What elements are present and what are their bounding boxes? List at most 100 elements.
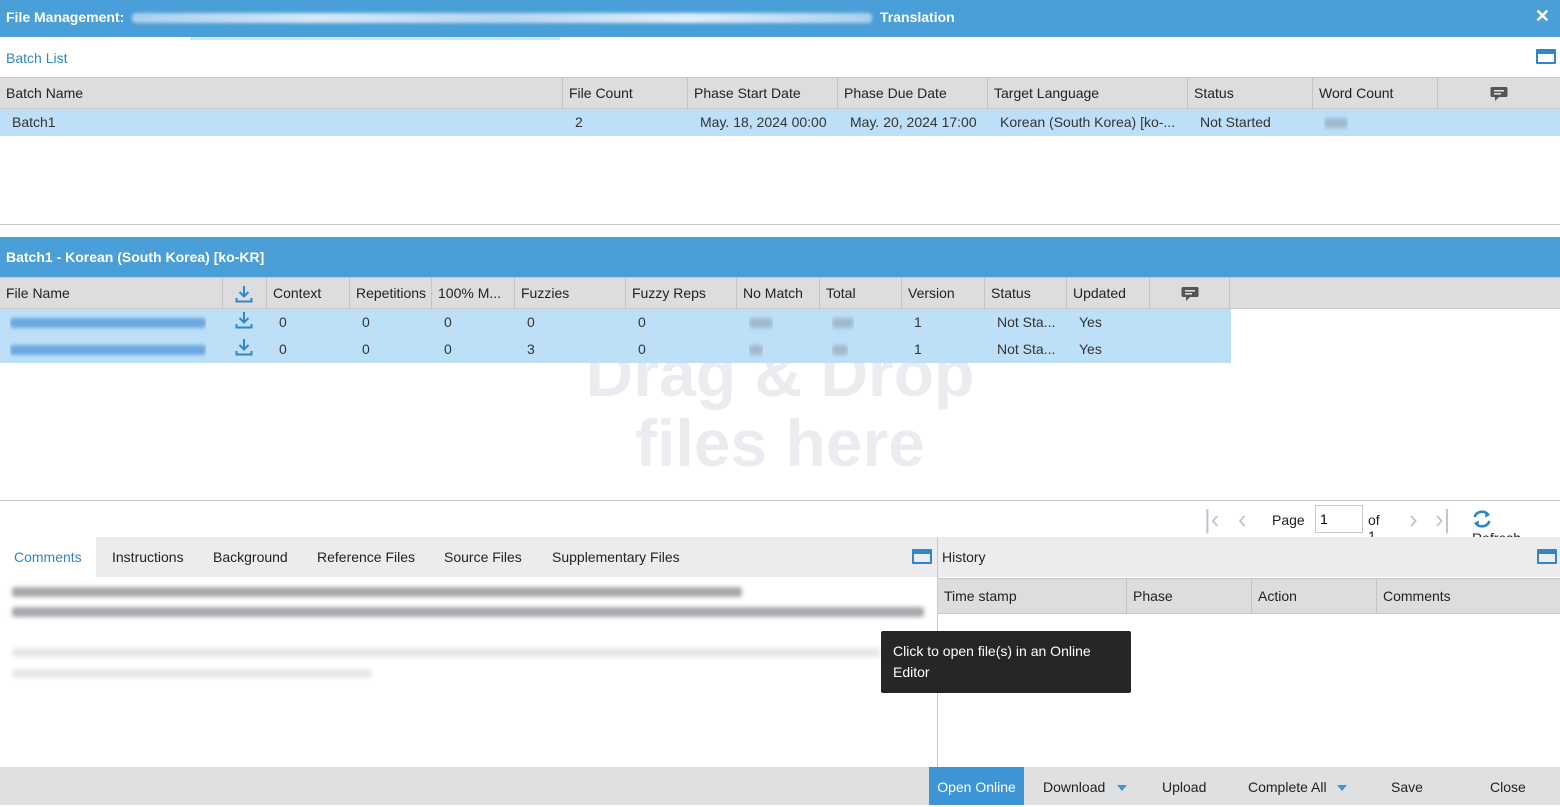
col-file-comments[interactable] bbox=[1149, 278, 1230, 308]
total-redacted bbox=[832, 309, 854, 336]
fuzzy-reps: 0 bbox=[638, 314, 646, 330]
file-status: Not Sta... bbox=[997, 341, 1056, 357]
table-row[interactable]: 0 0 0 0 0 1 Not Sta... Yes bbox=[0, 309, 1231, 336]
col-updated[interactable]: Updated bbox=[1066, 278, 1149, 308]
status: Not Started bbox=[1200, 114, 1271, 130]
batch-detail-title-bar: Batch1 - Korean (South Korea) [ko-KR] bbox=[0, 237, 1560, 277]
tab-instructions[interactable]: Instructions bbox=[112, 537, 184, 577]
updated: Yes bbox=[1079, 314, 1102, 330]
col-fuzzies[interactable]: Fuzzies bbox=[514, 278, 625, 308]
col-phase[interactable]: Phase bbox=[1126, 579, 1251, 613]
col-time-stamp[interactable]: Time stamp bbox=[938, 579, 1126, 613]
col-file-status[interactable]: Status bbox=[984, 278, 1066, 308]
comment-icon bbox=[1490, 87, 1508, 102]
complete-all-button[interactable]: Complete All bbox=[1248, 767, 1347, 805]
comment-placeholder-redacted[interactable] bbox=[12, 648, 880, 678]
first-page-icon[interactable]: |‹ bbox=[1204, 505, 1219, 533]
maximize-icon[interactable] bbox=[1537, 549, 1557, 564]
batch-table-header: Batch Name File Count Phase Start Date P… bbox=[0, 77, 1560, 109]
col-download[interactable] bbox=[222, 278, 266, 308]
col-phase-start-date[interactable]: Phase Start Date bbox=[687, 78, 837, 108]
context: 0 bbox=[279, 314, 287, 330]
match-100: 0 bbox=[444, 314, 452, 330]
download-icon[interactable] bbox=[235, 311, 253, 329]
redacted-project-name bbox=[132, 13, 873, 24]
open-online-button[interactable]: Open Online bbox=[929, 767, 1024, 805]
action-bar: Open Online Download Upload Complete All… bbox=[0, 767, 1560, 805]
col-history-comments[interactable]: Comments bbox=[1376, 579, 1560, 613]
table-row[interactable]: Batch1 2 May. 18, 2024 00:00 May. 20, 20… bbox=[0, 109, 1560, 136]
col-phase-due-date[interactable]: Phase Due Date bbox=[837, 78, 987, 108]
col-action[interactable]: Action bbox=[1251, 579, 1376, 613]
version: 1 bbox=[914, 341, 922, 357]
comments-content-redacted bbox=[12, 585, 924, 617]
title-underline bbox=[190, 37, 560, 40]
file-name-link[interactable] bbox=[10, 309, 206, 336]
col-100-match[interactable]: 100% M... bbox=[431, 278, 514, 308]
col-fuzzy-reps[interactable]: Fuzzy Reps bbox=[625, 278, 736, 308]
tab-reference-files[interactable]: Reference Files bbox=[317, 537, 415, 577]
file-status: Not Sta... bbox=[997, 314, 1056, 330]
refresh-icon bbox=[1473, 510, 1491, 528]
fuzzy-reps: 0 bbox=[638, 341, 646, 357]
download-icon bbox=[235, 286, 253, 303]
table-row[interactable]: 0 0 0 3 0 1 Not Sta... Yes bbox=[0, 336, 1231, 363]
col-no-match[interactable]: No Match bbox=[736, 278, 819, 308]
maximize-icon[interactable] bbox=[912, 549, 932, 564]
col-repetitions[interactable]: Repetitions bbox=[349, 278, 431, 308]
file-name-link[interactable] bbox=[10, 336, 206, 363]
download-icon[interactable] bbox=[235, 338, 253, 356]
maximize-icon[interactable] bbox=[1536, 49, 1556, 64]
match-100: 0 bbox=[444, 341, 452, 357]
batch-list-title: Batch List bbox=[6, 50, 68, 66]
context: 0 bbox=[279, 341, 287, 357]
file-count: 2 bbox=[575, 114, 583, 130]
close-button[interactable]: Close bbox=[1490, 767, 1526, 805]
col-version[interactable]: Version bbox=[901, 278, 984, 308]
fuzzies: 3 bbox=[527, 341, 535, 357]
title-suffix: Translation bbox=[880, 9, 955, 25]
page-number-input[interactable] bbox=[1315, 505, 1363, 533]
next-page-icon[interactable]: › bbox=[1409, 505, 1418, 533]
divider bbox=[0, 500, 1560, 501]
tab-supplementary-files[interactable]: Supplementary Files bbox=[552, 537, 680, 577]
col-status[interactable]: Status bbox=[1187, 78, 1312, 108]
dropzone-line-2: files here bbox=[635, 406, 925, 480]
tab-background[interactable]: Background bbox=[213, 537, 288, 577]
files-table-header: File Name Context Repetitions 100% M... … bbox=[0, 277, 1560, 309]
col-total[interactable]: Total bbox=[819, 278, 901, 308]
comment-icon bbox=[1181, 287, 1198, 302]
batch-name: Batch1 bbox=[12, 114, 56, 130]
col-batch-name[interactable]: Batch Name bbox=[0, 78, 562, 108]
tab-source-files[interactable]: Source Files bbox=[444, 537, 522, 577]
dropdown-caret-icon bbox=[1117, 785, 1128, 792]
save-button[interactable]: Save bbox=[1391, 767, 1423, 805]
col-context[interactable]: Context bbox=[266, 278, 349, 308]
file-download[interactable] bbox=[235, 311, 253, 338]
tab-comments[interactable]: Comments bbox=[0, 537, 96, 577]
history-header: History bbox=[938, 537, 1560, 577]
col-comments[interactable] bbox=[1437, 78, 1560, 108]
divider bbox=[0, 224, 1560, 225]
col-word-count[interactable]: Word Count bbox=[1312, 78, 1437, 108]
download-button[interactable]: Download bbox=[1043, 767, 1128, 805]
window-title-bar: File Management: Translation ✕ bbox=[0, 0, 1560, 37]
file-download[interactable] bbox=[235, 338, 253, 365]
history-title: History bbox=[942, 549, 986, 565]
repetitions: 0 bbox=[362, 314, 370, 330]
version: 1 bbox=[914, 314, 922, 330]
last-page-icon[interactable]: ›| bbox=[1435, 505, 1450, 533]
no-match-redacted bbox=[749, 336, 763, 363]
details-tabs: Comments Instructions Background Referen… bbox=[0, 537, 937, 577]
fuzzies: 0 bbox=[527, 314, 535, 330]
close-icon[interactable]: ✕ bbox=[1535, 6, 1550, 27]
upload-button[interactable]: Upload bbox=[1162, 767, 1206, 805]
phase-due-date: May. 20, 2024 17:00 bbox=[850, 114, 977, 130]
word-count-redacted bbox=[1324, 109, 1348, 136]
page-label: Page bbox=[1272, 512, 1305, 528]
history-table-header: Time stamp Phase Action Comments bbox=[938, 578, 1560, 614]
col-target-language[interactable]: Target Language bbox=[987, 78, 1187, 108]
col-file-count[interactable]: File Count bbox=[562, 78, 687, 108]
col-file-name[interactable]: File Name bbox=[0, 278, 222, 308]
prev-page-icon[interactable]: ‹ bbox=[1238, 505, 1247, 533]
